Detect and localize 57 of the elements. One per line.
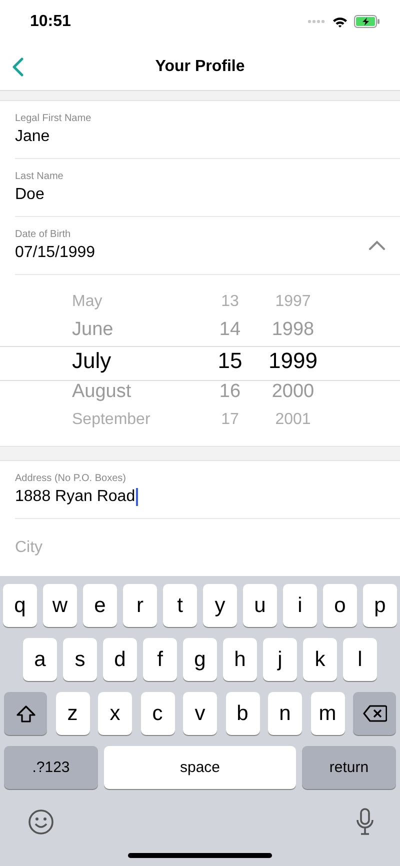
keyboard-key[interactable]: m — [310, 692, 344, 736]
keyboard-key[interactable]: d — [103, 638, 137, 682]
screen-title: Your Profile — [155, 58, 245, 76]
keyboard-key[interactable]: n — [268, 692, 302, 736]
picker-option[interactable]: 15 — [218, 344, 242, 378]
back-icon[interactable] — [12, 56, 24, 77]
field-label: Last Name — [15, 170, 64, 182]
emoji-icon[interactable] — [28, 809, 54, 836]
wifi-icon — [332, 16, 348, 28]
keyboard-key[interactable]: k — [303, 638, 337, 682]
shift-key[interactable] — [4, 692, 47, 736]
keyboard-key[interactable]: e — [83, 584, 117, 628]
picker-option[interactable]: 1999 — [268, 344, 318, 378]
field-label: Legal First Name — [15, 112, 92, 124]
keyboard-key[interactable]: w — [43, 584, 77, 628]
keyboard-key[interactable]: p — [363, 584, 397, 628]
keyboard-key[interactable]: y — [203, 584, 237, 628]
field-label: Date of Birth — [15, 228, 72, 240]
signal-icon — [308, 20, 326, 24]
keyboard-key[interactable]: f — [143, 638, 177, 682]
form-field[interactable]: Address (No P.O. Boxes) 1888 Ryan Road — [15, 461, 400, 520]
keyboard-key[interactable]: c — [140, 692, 174, 736]
keyboard-key[interactable]: s — [63, 638, 97, 682]
field-label: Address (No P.O. Boxes) — [15, 473, 127, 484]
microphone-icon[interactable] — [356, 808, 374, 836]
keyboard-key[interactable]: t — [163, 584, 197, 628]
field-value: Jane — [15, 128, 51, 146]
keyboard-key[interactable]: a — [23, 638, 57, 682]
keyboard-key[interactable]: q — [3, 584, 37, 628]
numbers-key[interactable]: .?123 — [4, 746, 98, 790]
keyboard-key[interactable]: b — [226, 692, 260, 736]
field-value: 07/15/1999 — [15, 244, 96, 262]
chevron-icon[interactable] — [369, 240, 385, 250]
keyboard-key[interactable]: j — [263, 638, 297, 682]
space-key[interactable]: space — [104, 746, 296, 790]
field-value: Doe — [15, 186, 46, 204]
field-value: 1888 Ryan Road — [15, 488, 138, 506]
keyboard-key[interactable]: x — [98, 692, 132, 736]
keyboard-key[interactable]: h — [223, 638, 257, 682]
keyboard-key[interactable]: v — [183, 692, 217, 736]
form-field[interactable]: Legal First Name Jane — [15, 100, 400, 158]
keyboard-key[interactable]: l — [343, 638, 377, 682]
form-field[interactable]: Last Name Doe — [15, 158, 400, 216]
keyboard-key[interactable]: i — [283, 584, 317, 628]
status-time: 10:51 — [30, 12, 71, 31]
keyboard-key[interactable]: u — [243, 584, 277, 628]
keyboard-key[interactable]: r — [123, 584, 157, 628]
return-key[interactable]: return — [302, 746, 396, 790]
keyboard-key[interactable]: g — [183, 638, 217, 682]
delete-icon — [362, 705, 386, 722]
keyboard-key[interactable]: o — [323, 584, 357, 628]
form-field[interactable]: Date of Birth 07/15/1999 — [15, 216, 400, 274]
picker-option[interactable]: July — [72, 344, 112, 378]
delete-key[interactable] — [353, 692, 396, 736]
keyboard-key[interactable]: z — [56, 692, 90, 736]
field-placeholder: City — [15, 538, 43, 557]
shift-icon — [16, 704, 36, 723]
